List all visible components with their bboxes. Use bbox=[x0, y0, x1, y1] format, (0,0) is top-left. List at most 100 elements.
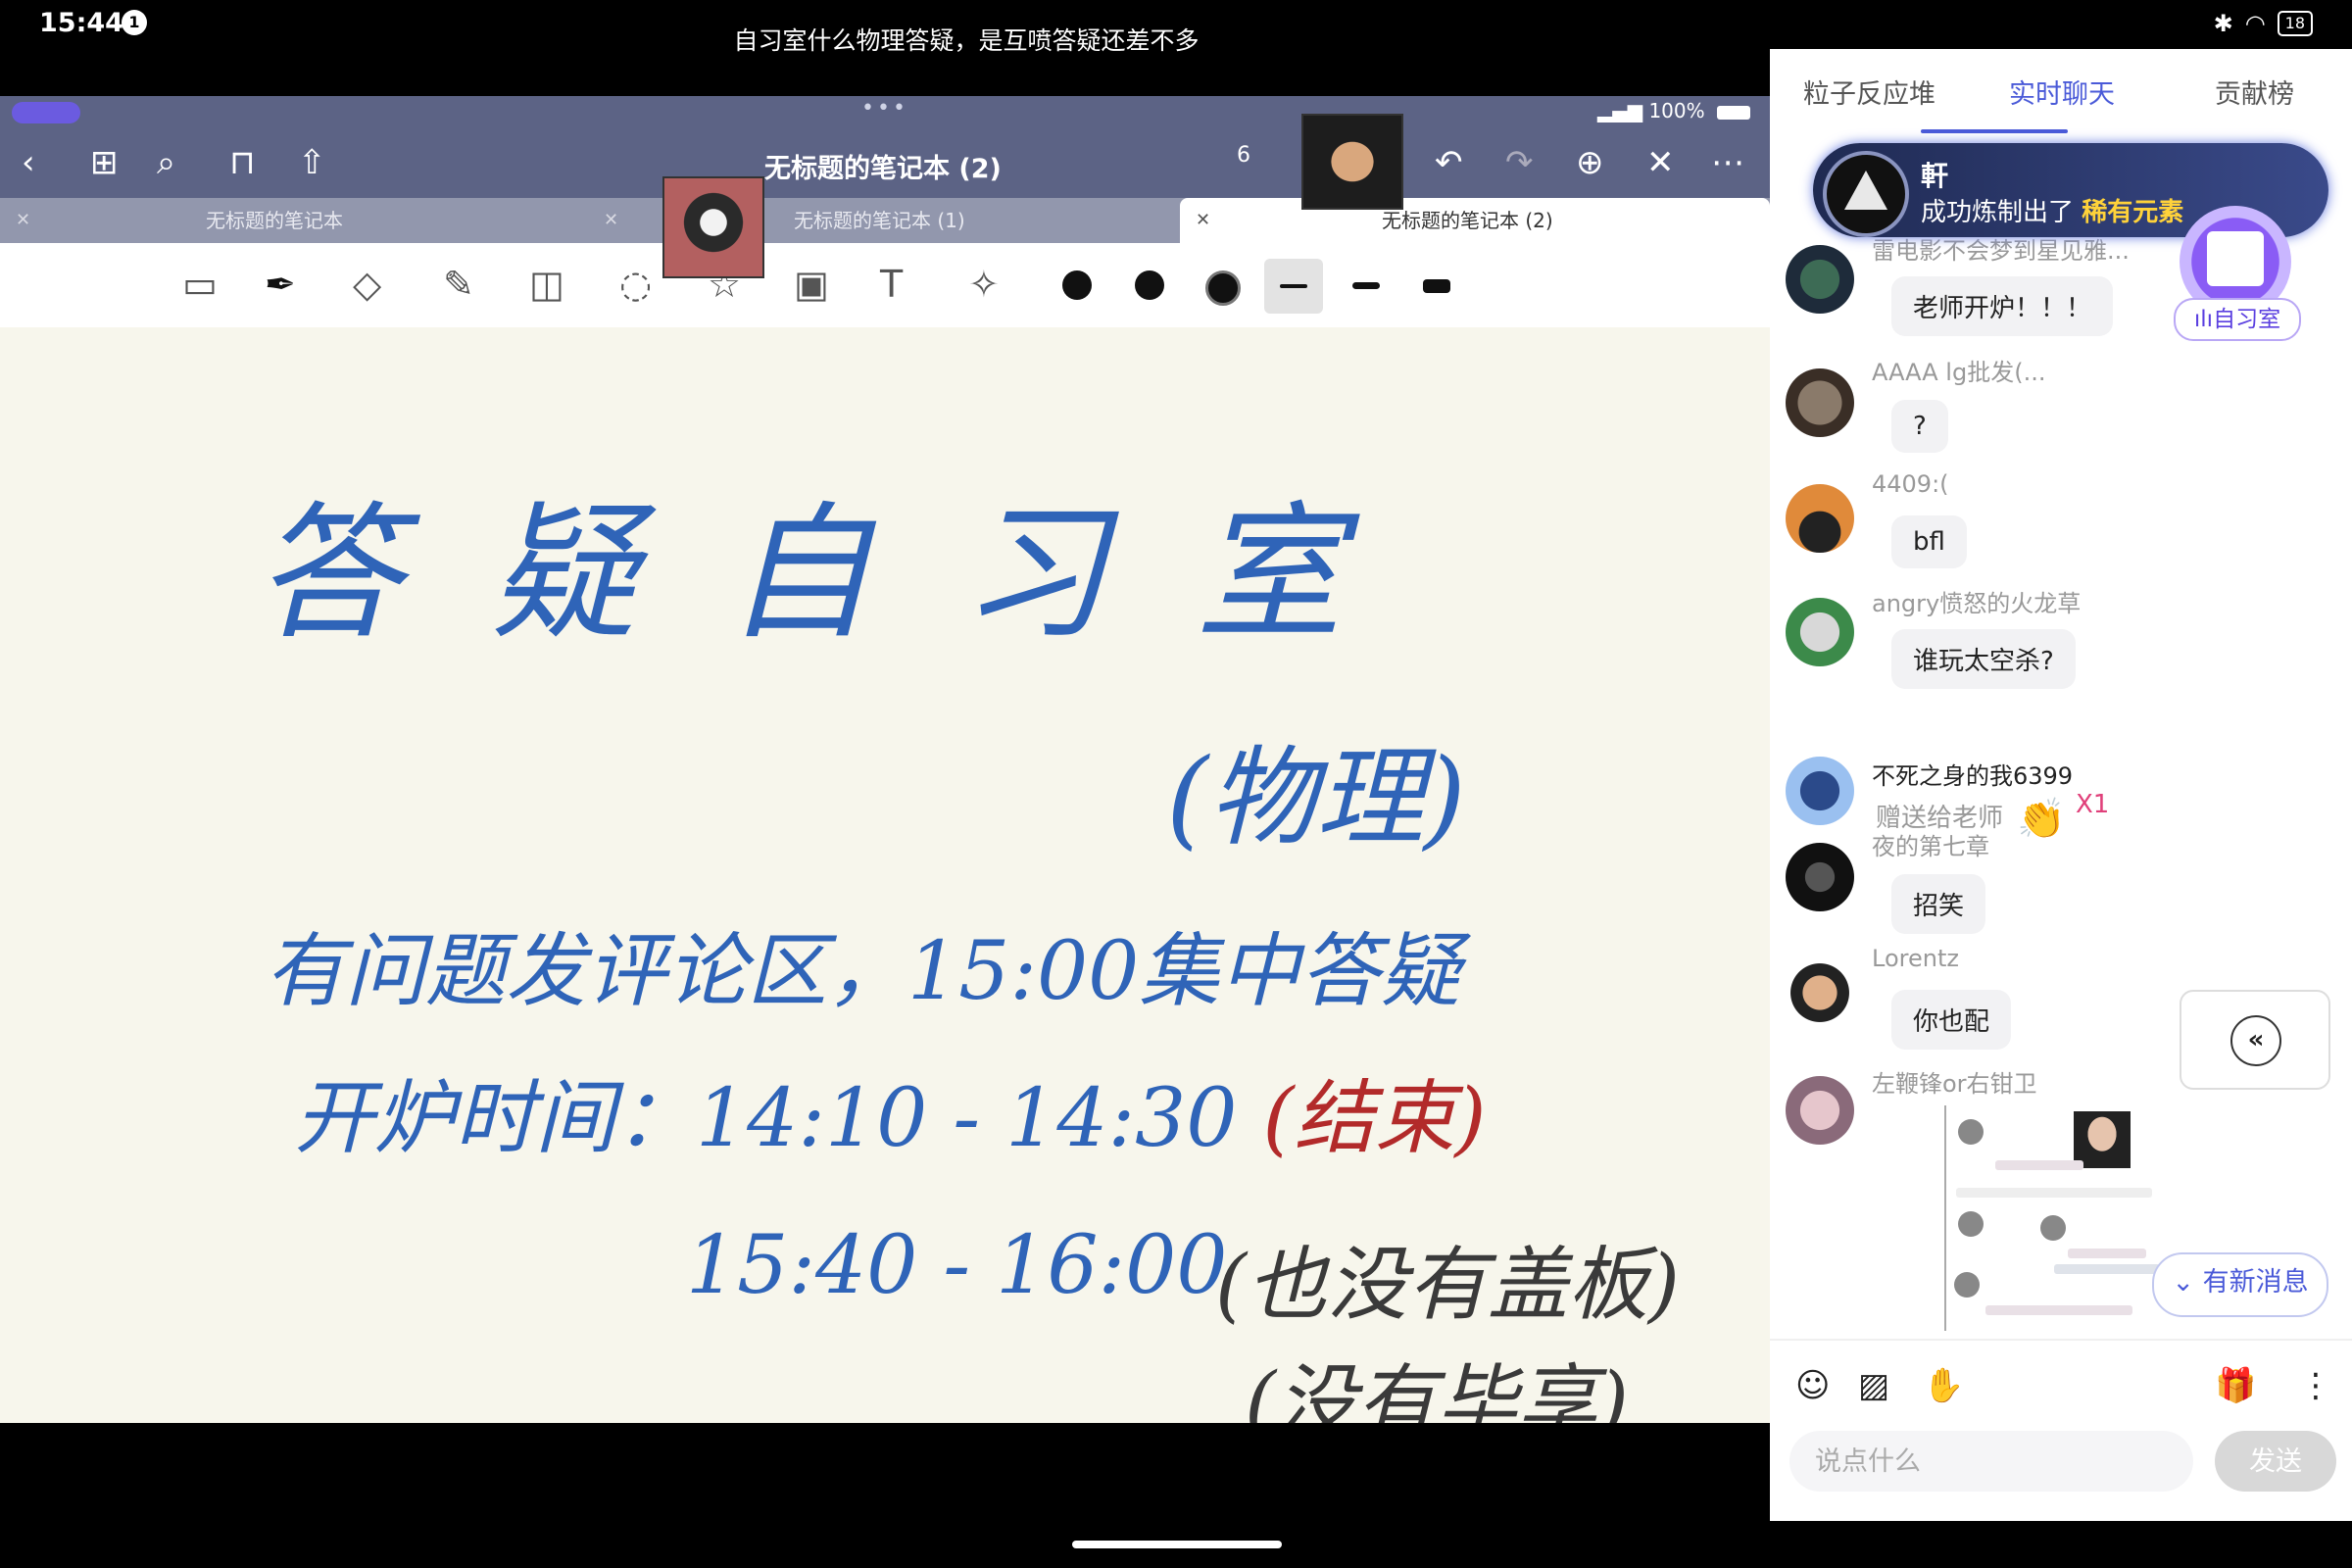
image-icon[interactable]: ▣ bbox=[794, 263, 829, 306]
color-swatch-1[interactable] bbox=[1062, 270, 1092, 300]
color-swatch-3[interactable] bbox=[1205, 270, 1241, 306]
username[interactable]: angry愤怒的火龙草 bbox=[1872, 584, 2081, 618]
lasso-icon[interactable]: ◌ bbox=[619, 263, 652, 306]
guest-cam-cat bbox=[662, 176, 764, 278]
drawing-tools: ▭ ✒ ◇ ✎ ◫ ◌ ☆ ▣ T ✧ bbox=[0, 243, 1770, 329]
banner-text: 成功炼制出了 稀有元素 bbox=[1921, 198, 2184, 227]
screenshot-avatar bbox=[1958, 1119, 1984, 1145]
whiteboard-line-2: 开炉时间：14:10 - 14:30 (结束) bbox=[294, 1053, 1487, 1169]
stroke-width-2[interactable] bbox=[1352, 282, 1380, 289]
tab-close-icon[interactable]: ✕ bbox=[1196, 198, 1210, 243]
page-number: 6 bbox=[1237, 143, 1250, 168]
reading-mode-icon[interactable]: ▭ bbox=[182, 263, 218, 306]
pen-icon[interactable]: ✒ bbox=[265, 263, 296, 306]
color-swatch-2[interactable] bbox=[1135, 270, 1164, 300]
laser-pointer-icon[interactable]: ✧ bbox=[968, 263, 1000, 306]
avatar[interactable] bbox=[1786, 484, 1854, 553]
username[interactable]: 夜的第七章 bbox=[1872, 827, 1989, 861]
chat-image-screenshot[interactable] bbox=[1944, 1105, 2166, 1331]
whiteboard-line-1: 有问题发评论区，15:00集中答疑 bbox=[265, 925, 1461, 1018]
tab-close-icon[interactable]: ✕ bbox=[604, 198, 618, 243]
send-button[interactable]: 发送 bbox=[2215, 1431, 2336, 1492]
live-title: 自习室什么物理答疑，是互喷答疑还差不多 bbox=[733, 26, 1200, 55]
grid-icon[interactable]: ⊞ bbox=[90, 143, 119, 182]
screenshot-row bbox=[1985, 1305, 2132, 1315]
redo-icon[interactable]: ↷ bbox=[1505, 143, 1534, 182]
add-page-icon[interactable]: ⊕ bbox=[1576, 143, 1604, 182]
whiteboard-subtitle: (物理) bbox=[1166, 735, 1466, 860]
back-icon[interactable]: ‹ bbox=[22, 143, 35, 182]
highlighter-icon[interactable]: ✎ bbox=[443, 263, 474, 306]
battery-icon bbox=[1717, 105, 1750, 120]
eraser-icon[interactable]: ◇ bbox=[353, 263, 381, 306]
image-upload-icon[interactable]: ▨ bbox=[1858, 1366, 1889, 1405]
message-text: bfl bbox=[1891, 515, 1967, 568]
avatar[interactable] bbox=[1786, 1076, 1854, 1145]
bookmark-icon[interactable]: ⊓ bbox=[229, 143, 256, 182]
screenshot-row bbox=[1956, 1188, 2152, 1198]
collapse-chat-button[interactable]: « bbox=[2180, 990, 2330, 1090]
system-icons: ✱ ◠ 18 bbox=[2214, 10, 2313, 37]
clap-gift-icon: 👏 bbox=[2017, 797, 2066, 842]
avatar[interactable] bbox=[1786, 368, 1854, 437]
tab-close-icon[interactable]: ✕ bbox=[16, 198, 30, 243]
username[interactable]: AAAA lg批发(... bbox=[1872, 353, 2045, 387]
tab-particle-reactor[interactable]: 粒子反应堆 bbox=[1803, 73, 1936, 111]
shop-icon bbox=[2207, 231, 2264, 286]
notebook-title[interactable]: 无标题的笔记本 (2) bbox=[764, 147, 1002, 185]
new-messages-button[interactable]: ⌄ 有新消息 bbox=[2152, 1252, 2328, 1317]
whiteboard-page[interactable]: 答疑自习室 (物理) 有问题发评论区，15:00集中答疑 开炉时间：14:10 … bbox=[0, 327, 1770, 1423]
status-bar: 15:44 1 自习室什么物理答疑，是互喷答疑还差不多 ✱ ◠ 18 bbox=[0, 0, 2352, 55]
username[interactable]: 左鞭锋or右钳卫 bbox=[1872, 1064, 2037, 1099]
more-icon[interactable]: ⋯ bbox=[1711, 143, 1744, 182]
chat-panel: 粒子反应堆 实时聊天 贡献榜 雷电影不会梦到星见雅... 老师开炉！！！ 軒 成… bbox=[1770, 49, 2352, 1521]
avatar[interactable] bbox=[1786, 843, 1854, 911]
gift-box-icon[interactable]: 🎁 bbox=[2215, 1366, 2256, 1405]
home-indicator[interactable] bbox=[1072, 1541, 1282, 1548]
study-room-button[interactable]: ılı自习室 bbox=[2174, 298, 2301, 341]
search-icon[interactable]: ⌕ bbox=[157, 143, 175, 182]
gift-count: X1 bbox=[2076, 790, 2110, 819]
avatar[interactable] bbox=[1786, 598, 1854, 666]
more-vertical-icon[interactable]: ⋮ bbox=[2299, 1366, 2332, 1405]
share-icon[interactable]: ⇧ bbox=[298, 143, 326, 182]
close-icon[interactable]: ✕ bbox=[1646, 143, 1675, 182]
tab-live-chat[interactable]: 实时聊天 bbox=[2009, 73, 2115, 111]
stroke-width-3[interactable] bbox=[1423, 279, 1450, 293]
screenshot-face bbox=[2074, 1111, 2131, 1168]
tab-notebook-2[interactable]: ✕ 无标题的笔记本 (2) bbox=[1180, 198, 1770, 243]
chat-input-bar: ☺ ▨ ✋ 🎁 ⋮ 发送 bbox=[1770, 1339, 2352, 1521]
banner-highlight: 稀有元素 bbox=[2082, 198, 2184, 227]
username[interactable]: 4409:( bbox=[1872, 470, 1949, 498]
screenshot-row bbox=[2054, 1264, 2160, 1274]
battery-indicator: 18 bbox=[2277, 11, 2313, 36]
shapes-icon[interactable]: ◫ bbox=[529, 263, 564, 306]
rare-element-icon bbox=[1823, 151, 1909, 237]
avatar[interactable] bbox=[1786, 757, 1854, 825]
message-text: 招笑 bbox=[1891, 874, 1986, 934]
emoji-icon[interactable]: ☺ bbox=[1795, 1366, 1830, 1405]
wifi-icon: ◠ bbox=[2244, 10, 2266, 37]
username[interactable]: Lorentz bbox=[1872, 945, 1959, 972]
undo-icon[interactable]: ↶ bbox=[1435, 143, 1463, 182]
active-tab-indicator bbox=[1921, 129, 2068, 133]
chat-input[interactable] bbox=[1789, 1431, 2193, 1492]
stroke-width-1[interactable] bbox=[1280, 284, 1307, 288]
screenshot-row bbox=[1995, 1160, 2083, 1170]
tab-contribution-board[interactable]: 贡献榜 bbox=[2215, 73, 2294, 111]
ipad-battery-text: 100% bbox=[1648, 99, 1705, 122]
notes-toolbar: ‹ ⊞ ⌕ ⊓ ⇧ 无标题的笔记本 (2) 6 ↶ ↷ ⊕ ✕ ⋯ bbox=[0, 129, 1770, 198]
avatar[interactable] bbox=[1786, 958, 1854, 1027]
stream-view[interactable]: ••• ▂▄▆ 100% ‹ ⊞ ⌕ ⊓ ⇧ 无标题的笔记本 (2) 6 ↶ ↷… bbox=[0, 96, 1770, 1423]
avatar[interactable] bbox=[1786, 245, 1854, 314]
whiteboard-line-2-end: (结束) bbox=[1262, 1072, 1487, 1165]
notebook-tabs: ✕ 无标题的笔记本 ✕ 无标题的笔记本 (1) ✕ 无标题的笔记本 (2) bbox=[0, 198, 1770, 243]
whiteboard-line-3-note: (也没有盖板) bbox=[1215, 1239, 1680, 1332]
username[interactable]: 不死之身的我6399 bbox=[1872, 757, 2073, 791]
screenshot-avatar bbox=[1954, 1272, 1980, 1298]
banner-user: 軒 bbox=[1921, 160, 1949, 192]
tab-notebook-0[interactable]: ✕ 无标题的笔记本 bbox=[0, 198, 588, 243]
raise-hand-icon[interactable]: ✋ bbox=[1923, 1366, 1964, 1405]
text-tool-icon[interactable]: T bbox=[880, 263, 903, 306]
whiteboard-title: 答疑自习室 bbox=[255, 489, 1432, 660]
